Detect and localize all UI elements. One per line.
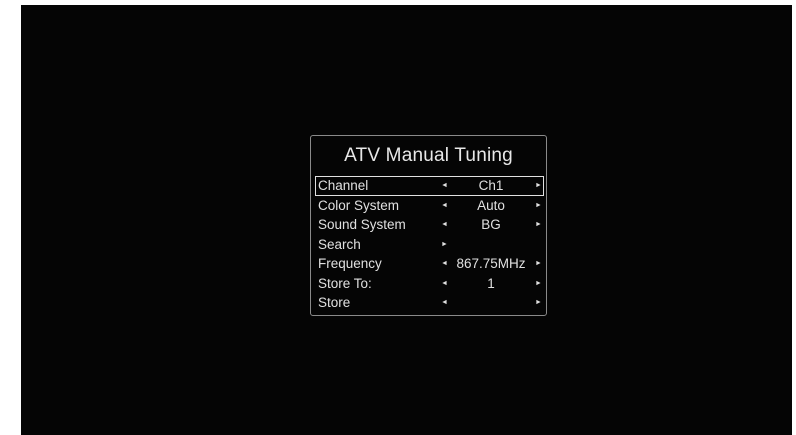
menu-item-label: Frequency [318,256,382,271]
arrow-right-icon[interactable]: ► [535,274,542,294]
menu-item-value: Ch1 [478,178,504,193]
arrow-right-icon[interactable]: ► [535,293,542,313]
menu-item-channel[interactable]: Channel ◄ Ch1 ► [315,176,544,196]
menu-item-label: Sound System [318,217,406,232]
menu-item-store-to[interactable]: Store To: ◄ 1 ► [315,274,544,294]
menu-item-value: 867.75MHz [456,256,526,271]
menu-item-value: Auto [477,197,505,213]
menu-item-value: 1 [487,275,495,291]
arrow-right-icon[interactable]: ► [535,176,542,196]
menu-item-store[interactable]: Store ◄ ► [315,293,544,313]
menu-item-label: Store [318,295,351,310]
menu-item-frequency[interactable]: Frequency ◄ 867.75MHz ► [315,254,544,274]
atv-manual-tuning-dialog: ATV Manual Tuning Channel ◄ Ch1 ► Color … [310,135,547,316]
dialog-title: ATV Manual Tuning [344,145,513,166]
arrow-right-icon[interactable]: ► [535,215,542,235]
menu-item-sound-system[interactable]: Sound System ◄ BG ► [315,215,544,235]
menu-list: Channel ◄ Ch1 ► Color System ◄ Auto ► So… [315,176,544,313]
menu-item-label: Store To: [318,275,372,291]
arrow-right-icon[interactable]: ► [441,235,448,255]
menu-item-value: BG [481,217,501,232]
menu-item-label: Color System [318,197,400,213]
tv-screen: ATV Manual Tuning Channel ◄ Ch1 ► Color … [21,5,792,435]
arrow-left-icon[interactable]: ◄ [441,293,448,313]
menu-item-label: Channel [318,178,369,193]
menu-item-label: Search [318,236,361,252]
arrow-right-icon[interactable]: ► [535,254,542,274]
arrow-right-icon[interactable]: ► [535,196,542,216]
menu-item-color-system[interactable]: Color System ◄ Auto ► [315,196,544,216]
menu-item-search[interactable]: Search ► [315,235,544,255]
